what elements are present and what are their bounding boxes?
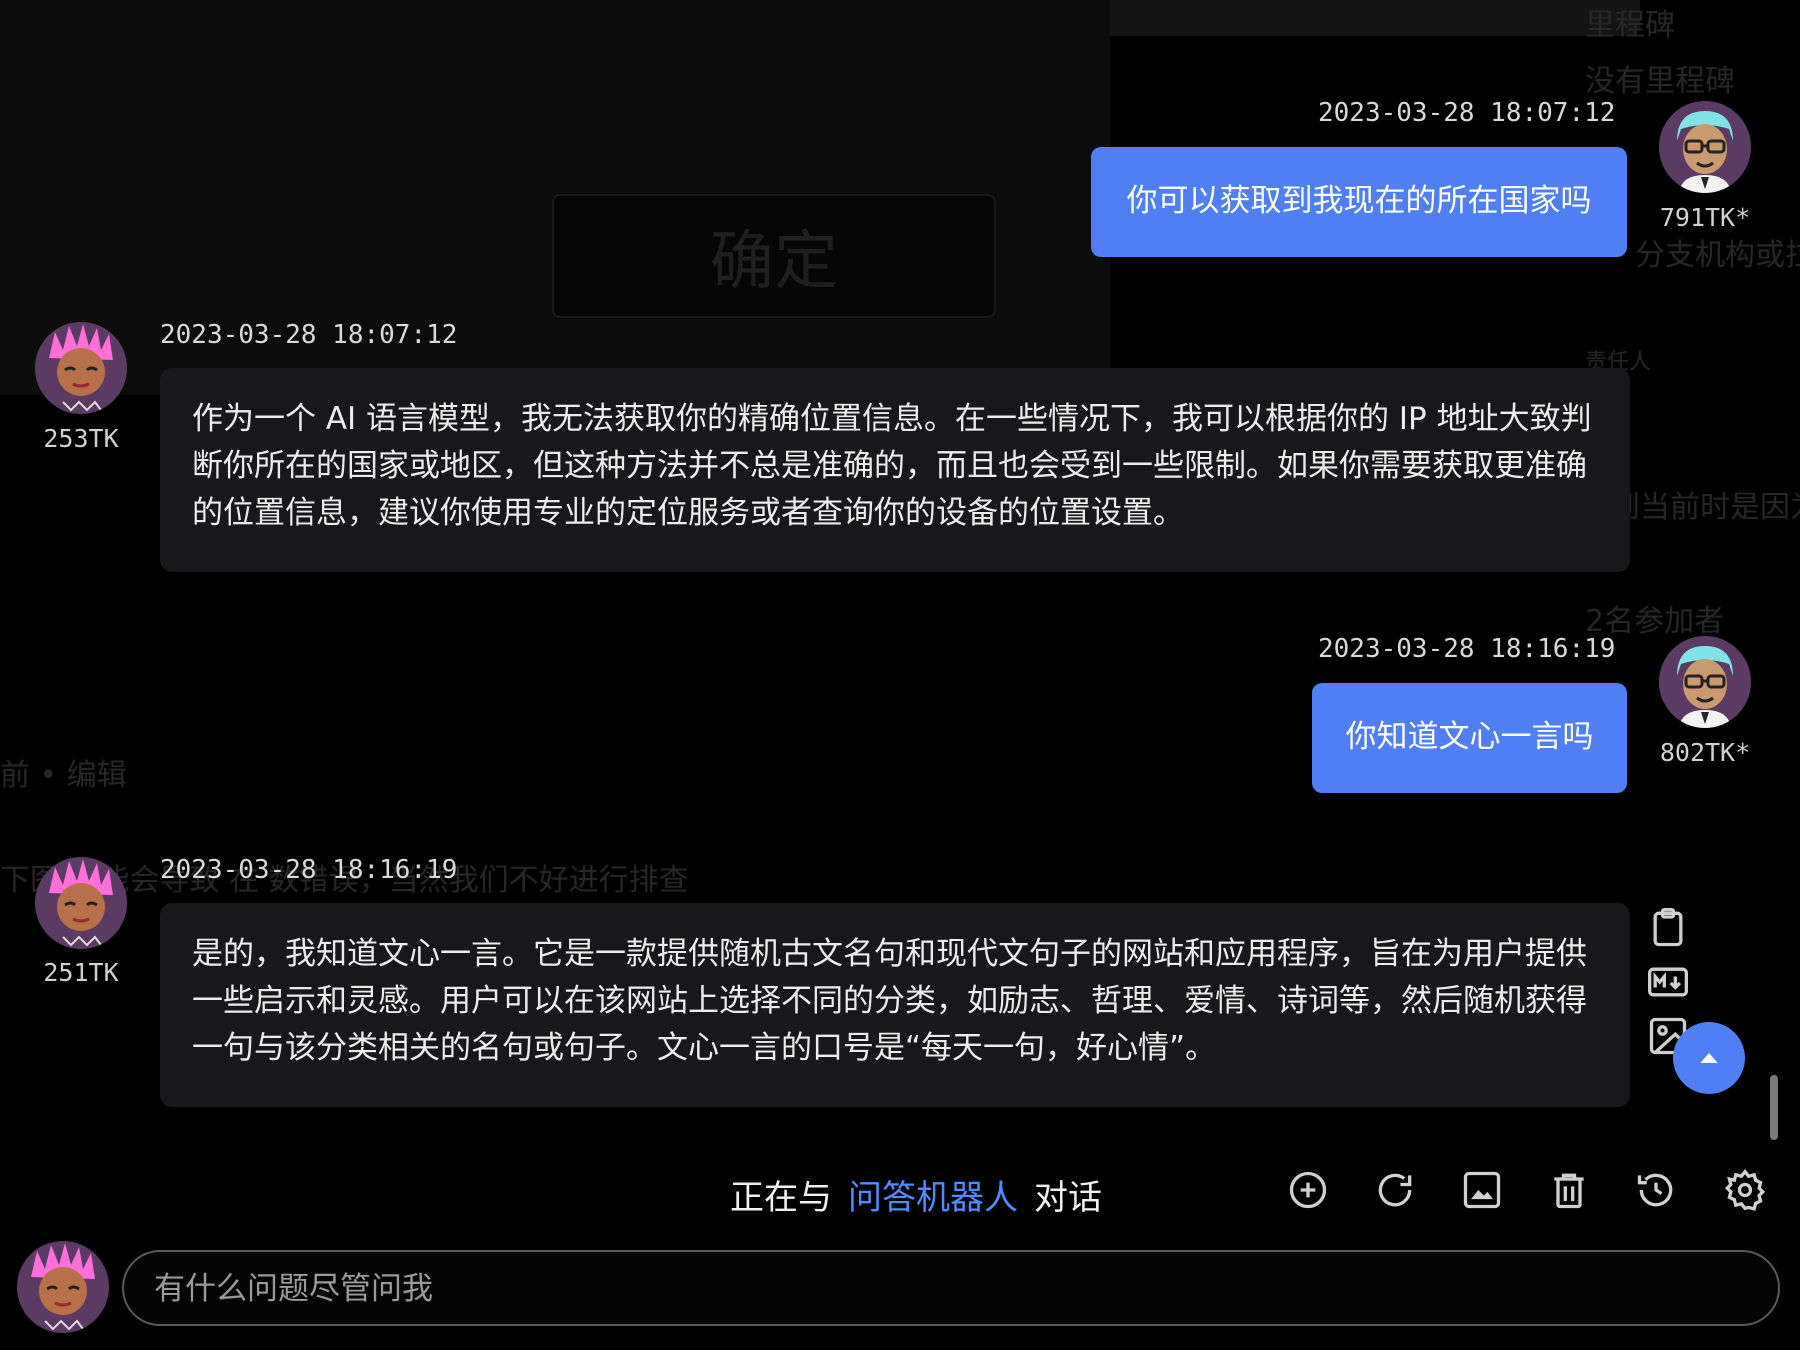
ghost-edit-hint: 前 • 编辑 [0,758,127,793]
status-suffix: 对话 [1034,1178,1102,1218]
token-count: 251TK [43,958,119,987]
new-chat-icon[interactable] [1286,1168,1330,1212]
ghost-reason-hint: 到当前时是因为 [1610,490,1800,525]
settings-icon[interactable] [1723,1168,1767,1212]
message-timestamp: 2023-03-28 18:16:19 [1318,634,1616,664]
ghost-milestone-title: 里程碑 [1585,8,1675,43]
markdown-icon[interactable] [1646,960,1690,1004]
clipboard-icon[interactable] [1646,906,1690,950]
user-message-bubble[interactable]: 你可以获取到我现在的所在国家吗 [1091,147,1627,257]
bot-avatar[interactable] [35,322,127,414]
ghost-branch-hint: 分支机构或拉 [1635,238,1800,273]
user-avatar-icon [1659,101,1751,193]
user-message-bubble[interactable]: 你知道文心一言吗 [1312,683,1627,793]
token-count: 802TK* [1659,738,1751,767]
user-avatar[interactable] [1659,636,1751,728]
bot-avatar-icon [17,1241,109,1333]
history-icon[interactable] [1634,1168,1678,1212]
image-icon[interactable] [1460,1168,1504,1212]
message-timestamp: 2023-03-28 18:07:12 [160,320,458,350]
bot-message-bubble[interactable]: 是的，我知道文心一言。它是一款提供随机古文名句和现代文句子的网站和应用程序，旨在… [160,903,1630,1107]
token-count: 791TK* [1659,203,1751,232]
message-input-wrapper[interactable] [122,1250,1780,1326]
message-input[interactable] [152,1252,1736,1326]
arrow-up-icon [1700,1053,1718,1063]
bot-avatar-icon [35,857,127,949]
message-timestamp: 2023-03-28 18:07:12 [1318,98,1616,128]
bot-message-bubble[interactable]: 作为一个 AI 语言模型，我无法获取你的精确位置信息。在一些情况下，我可以根据你… [160,368,1630,572]
bot-avatar[interactable] [35,857,127,949]
bot-name-link[interactable]: 问答机器人 [848,1178,1018,1218]
chat-window: 里程碑 没有里程碑 确定 分支机构或拉 责任人 到当前时是因为 2名参加者 前 … [0,0,1800,1350]
bot-avatar-icon [35,322,127,414]
ghost-no-milestone: 没有里程碑 [1585,64,1735,99]
trash-icon[interactable] [1547,1168,1591,1212]
status-prefix: 正在与 [730,1178,832,1218]
conversation-status: 正在与 问答机器人 对话 [730,1170,1102,1219]
scrollbar[interactable] [1770,1075,1778,1140]
ghost-confirm-button: 确定 [552,194,996,318]
message-timestamp: 2023-03-28 18:16:19 [160,855,458,885]
scroll-to-top-button[interactable] [1673,1022,1745,1094]
current-user-avatar[interactable] [17,1241,109,1333]
token-count: 253TK [43,424,119,453]
user-avatar[interactable] [1659,101,1751,193]
refresh-icon[interactable] [1373,1168,1417,1212]
user-avatar-icon [1659,636,1751,728]
